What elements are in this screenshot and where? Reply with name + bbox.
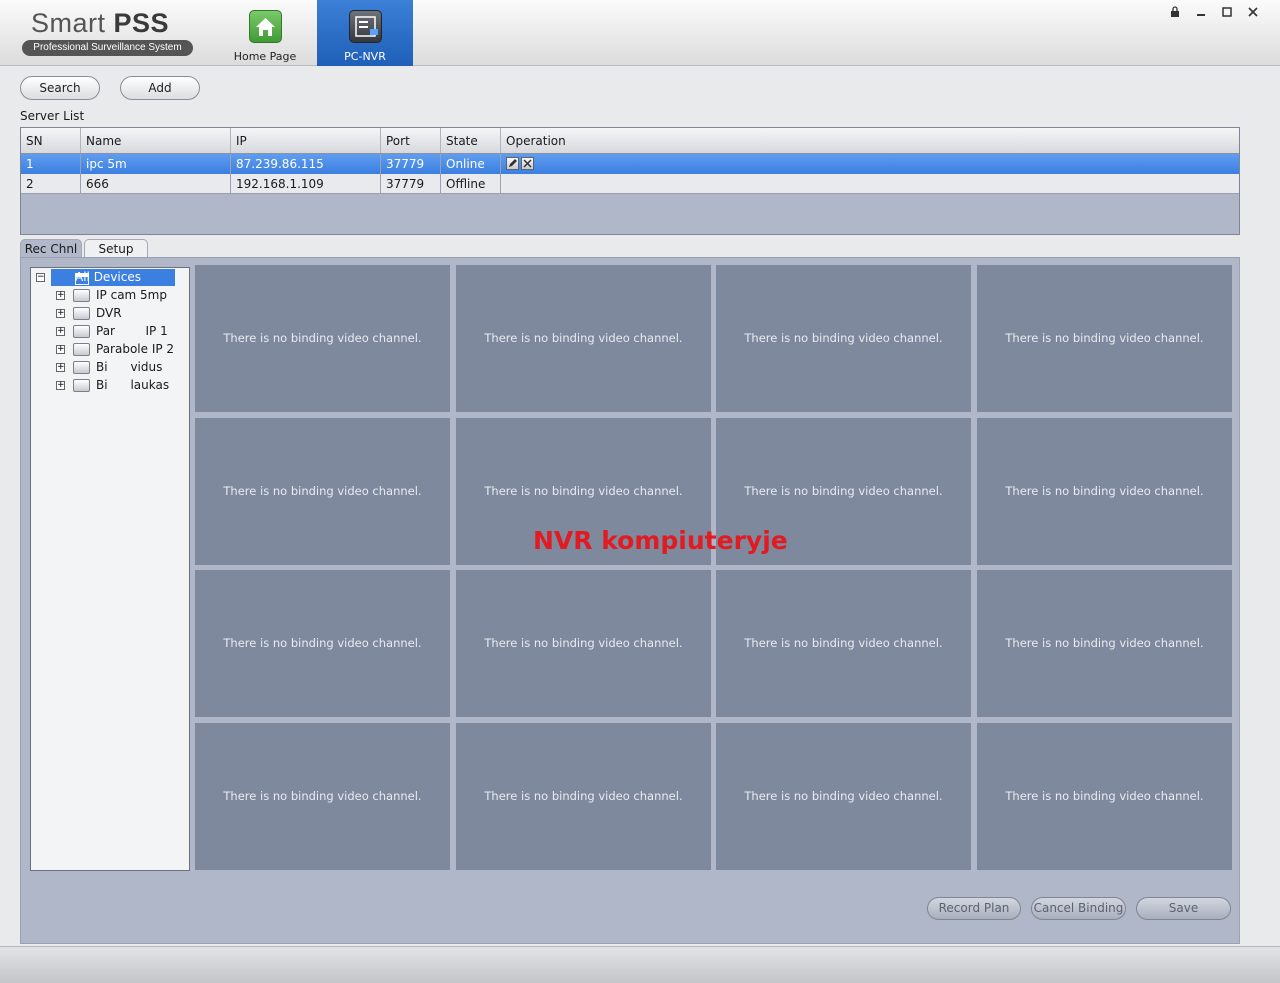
tree-item-device[interactable]: Parabole IP 2 bbox=[96, 340, 174, 358]
tree-item-device[interactable]: DVR bbox=[96, 304, 122, 322]
rec-chnl-panel: − All Devices + IP cam 5mp + DVR + Par I… bbox=[20, 257, 1240, 944]
cell-ip: 192.168.1.109 bbox=[231, 174, 381, 193]
logo-bold-text: PSS bbox=[113, 8, 170, 38]
device-icon bbox=[73, 379, 90, 392]
home-icon bbox=[249, 10, 282, 43]
channel-cell[interactable]: There is no binding video channel. bbox=[977, 570, 1232, 717]
cell-state: Online bbox=[441, 154, 501, 174]
pcnvr-icon bbox=[349, 10, 382, 43]
app-header: Smart PSS Professional Surveillance Syst… bbox=[0, 0, 1280, 66]
column-header-state[interactable]: State bbox=[441, 128, 501, 153]
cell-sn: 2 bbox=[21, 174, 81, 193]
cell-operation bbox=[501, 154, 1239, 174]
devices-group-icon bbox=[75, 273, 89, 285]
tree-root-all-devices[interactable]: All Devices bbox=[51, 269, 175, 286]
channel-cell[interactable]: There is no binding video channel. bbox=[977, 723, 1232, 870]
cell-ip: 87.239.86.115 bbox=[231, 154, 381, 174]
channel-cell[interactable]: There is no binding video channel. bbox=[456, 570, 711, 717]
cell-port: 37779 bbox=[381, 174, 441, 193]
column-header-name[interactable]: Name bbox=[81, 128, 231, 153]
channel-cell[interactable]: There is no binding video channel. bbox=[977, 265, 1232, 412]
column-header-operation[interactable]: Operation bbox=[501, 128, 1239, 153]
device-icon bbox=[73, 289, 90, 302]
table-row[interactable]: 2 666 192.168.1.109 37779 Offline bbox=[21, 174, 1239, 194]
delete-icon[interactable] bbox=[521, 157, 534, 170]
tab-pc-nvr[interactable]: PC-NVR bbox=[317, 0, 413, 66]
minimize-icon[interactable] bbox=[1196, 6, 1206, 20]
device-tree: − All Devices + IP cam 5mp + DVR + Par I… bbox=[30, 267, 190, 871]
column-header-sn[interactable]: SN bbox=[21, 128, 81, 153]
search-button[interactable]: Search bbox=[20, 76, 100, 100]
logo-main-text: Smart bbox=[31, 8, 106, 38]
table-header: SN Name IP Port State Operation bbox=[21, 128, 1239, 154]
device-icon bbox=[73, 307, 90, 320]
app-logo: Smart PSS bbox=[31, 8, 169, 39]
cancel-binding-button[interactable]: Cancel Binding bbox=[1031, 897, 1126, 920]
tree-item-device[interactable]: Par IP 1 bbox=[96, 322, 168, 340]
cell-state: Offline bbox=[441, 174, 501, 193]
device-icon bbox=[73, 325, 90, 338]
cell-operation bbox=[501, 174, 1239, 193]
close-icon[interactable] bbox=[1248, 6, 1258, 20]
channel-cell[interactable]: There is no binding video channel. bbox=[716, 265, 971, 412]
device-icon bbox=[73, 361, 90, 374]
status-bar bbox=[0, 946, 1280, 983]
cell-name: 666 bbox=[81, 174, 231, 193]
tree-item-device[interactable]: IP cam 5mp bbox=[96, 286, 167, 304]
lock-icon[interactable] bbox=[1170, 6, 1180, 20]
table-row[interactable]: 1 ipc 5m 87.239.86.115 37779 Online bbox=[21, 154, 1239, 174]
maximize-icon[interactable] bbox=[1222, 6, 1232, 20]
cell-name: ipc 5m bbox=[81, 154, 231, 174]
server-table: SN Name IP Port State Operation 1 ipc 5m… bbox=[20, 127, 1240, 235]
channel-cell[interactable]: There is no binding video channel. bbox=[716, 570, 971, 717]
tab-pc-nvr-label: PC-NVR bbox=[344, 50, 386, 63]
add-button[interactable]: Add bbox=[120, 76, 200, 100]
logo-subtitle: Professional Surveillance System bbox=[22, 40, 193, 56]
tree-item-device[interactable]: Bi vidus bbox=[96, 358, 162, 376]
column-header-ip[interactable]: IP bbox=[231, 128, 381, 153]
tab-setup[interactable]: Setup bbox=[84, 239, 148, 258]
channel-cell[interactable]: There is no binding video channel. bbox=[195, 570, 450, 717]
expand-icon[interactable]: + bbox=[56, 291, 65, 300]
expand-icon[interactable]: + bbox=[56, 309, 65, 318]
channel-cell[interactable]: There is no binding video channel. bbox=[195, 265, 450, 412]
window-controls bbox=[1170, 6, 1258, 20]
cell-sn: 1 bbox=[21, 154, 81, 174]
channel-cell[interactable]: There is no binding video channel. bbox=[195, 723, 450, 870]
record-plan-button[interactable]: Record Plan bbox=[927, 897, 1021, 920]
save-button[interactable]: Save bbox=[1136, 897, 1231, 920]
expand-icon[interactable]: + bbox=[56, 363, 65, 372]
tab-rec-chnl[interactable]: Rec Chnl bbox=[20, 239, 82, 258]
channel-cell[interactable]: There is no binding video channel. bbox=[195, 418, 450, 565]
expand-icon[interactable]: + bbox=[56, 327, 65, 336]
channel-cell[interactable]: There is no binding video channel. bbox=[977, 418, 1232, 565]
tree-item-device[interactable]: Bi laukas bbox=[96, 376, 169, 394]
expand-icon[interactable]: + bbox=[56, 345, 65, 354]
tab-home-page[interactable]: Home Page bbox=[217, 0, 313, 66]
channel-cell[interactable]: There is no binding video channel. bbox=[716, 723, 971, 870]
cell-port: 37779 bbox=[381, 154, 441, 174]
edit-icon[interactable] bbox=[506, 157, 519, 170]
overlay-caption: NVR kompiuteryje bbox=[533, 526, 788, 555]
device-icon bbox=[73, 343, 90, 356]
collapse-icon[interactable]: − bbox=[36, 273, 45, 282]
column-header-port[interactable]: Port bbox=[381, 128, 441, 153]
server-list-label: Server List bbox=[20, 109, 85, 123]
expand-icon[interactable]: + bbox=[56, 381, 65, 390]
channel-cell[interactable]: There is no binding video channel. bbox=[456, 265, 711, 412]
channel-cell[interactable]: There is no binding video channel. bbox=[456, 723, 711, 870]
tab-home-label: Home Page bbox=[233, 50, 297, 63]
